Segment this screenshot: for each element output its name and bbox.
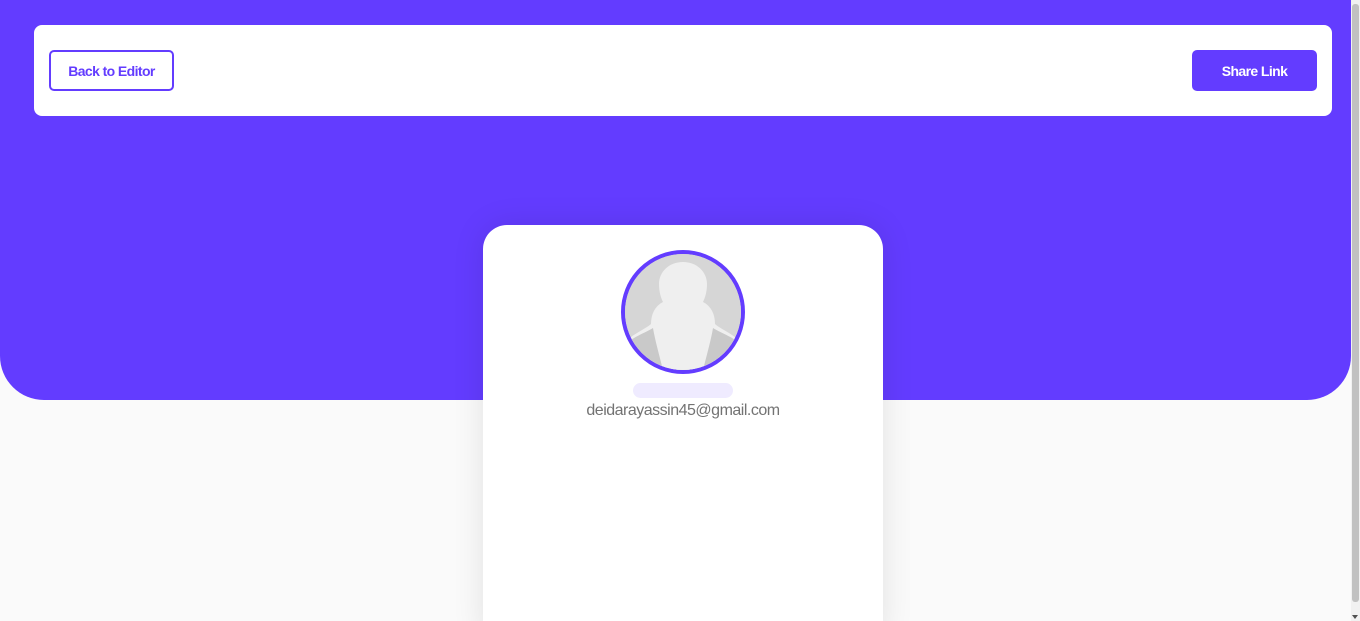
scroll-down-arrow-icon[interactable] — [1352, 615, 1358, 619]
back-to-editor-button[interactable]: Back to Editor — [49, 50, 174, 91]
page-scrollbar[interactable] — [1351, 0, 1360, 621]
profile-email: deidarayassin45@gmail.com — [586, 402, 780, 419]
share-link-button[interactable]: Share Link — [1192, 50, 1317, 91]
default-avatar-icon — [625, 254, 741, 370]
scrollbar-thumb[interactable] — [1352, 4, 1359, 602]
preview-page: Back to Editor Share Link deidarayassin4… — [0, 0, 1360, 621]
profile-avatar — [621, 250, 745, 374]
profile-name — [633, 383, 733, 398]
preview-navbar: Back to Editor Share Link — [34, 25, 1332, 116]
profile-card: deidarayassin45@gmail.com — [483, 225, 883, 621]
